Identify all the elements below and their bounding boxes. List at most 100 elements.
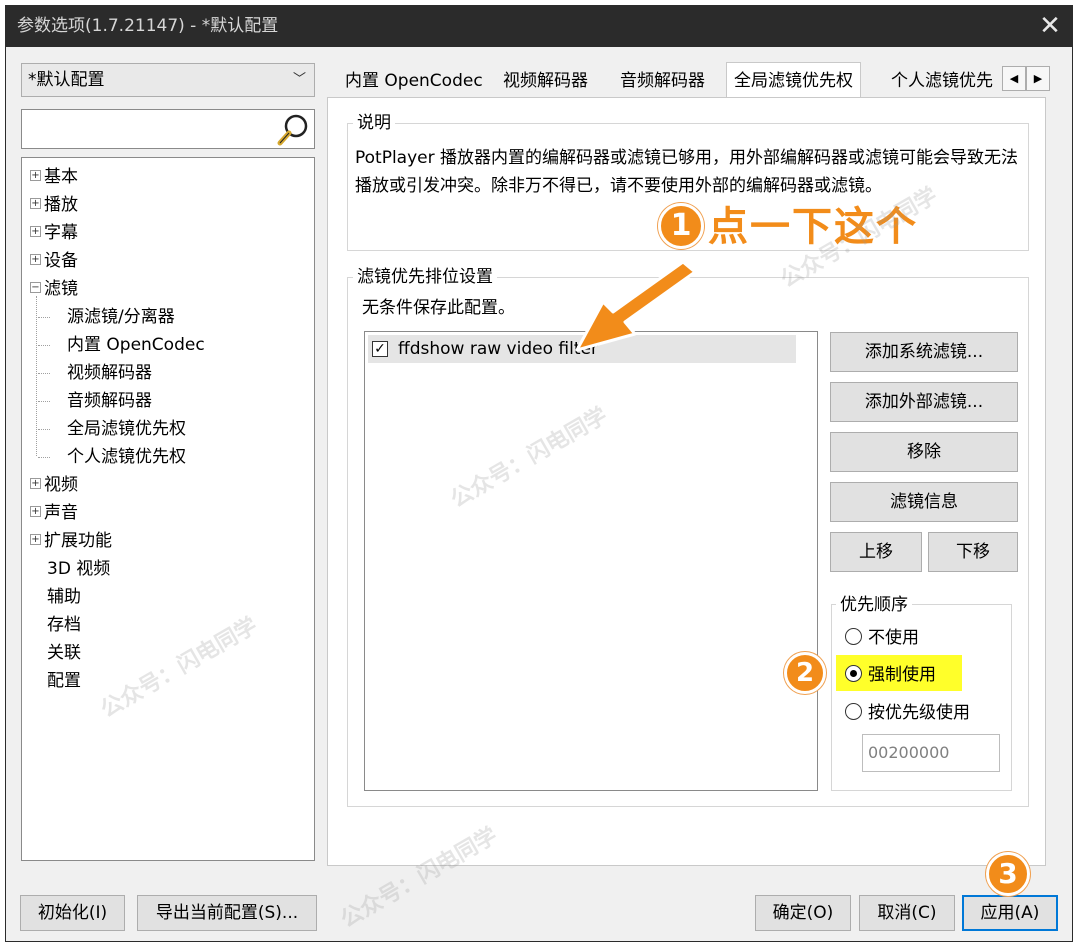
search-input[interactable]	[21, 109, 315, 149]
collapse-icon[interactable]: −	[30, 281, 41, 293]
tree-item-label: 个人滤镜优先权	[67, 447, 186, 467]
add-system-filter-button[interactable]: 添加系统滤镜...	[830, 332, 1018, 372]
description-title: 说明	[353, 112, 395, 134]
close-icon[interactable]: ✕	[1035, 9, 1065, 43]
tree-item[interactable]: 配置	[30, 668, 81, 694]
expand-icon[interactable]: +	[30, 253, 41, 265]
ok-button[interactable]: 确定(O)	[755, 895, 851, 931]
filter-list: ✓ ffdshow raw video filter	[364, 331, 818, 791]
tree-item[interactable]: 个人滤镜优先权	[67, 444, 186, 470]
filter-priority-title: 滤镜优先排位设置	[353, 266, 497, 288]
expand-icon[interactable]: +	[30, 225, 41, 237]
filter-info-button[interactable]: 滤镜信息	[830, 482, 1018, 522]
tree-item[interactable]: 全局滤镜优先权	[67, 416, 186, 442]
expand-icon[interactable]: +	[30, 533, 41, 545]
tree-item[interactable]: 音频解码器	[67, 388, 152, 414]
radio-label: 不使用	[868, 628, 919, 648]
tree-item[interactable]: 视频解码器	[67, 360, 152, 386]
move-down-button[interactable]: 下移	[928, 532, 1018, 572]
tree-item-label: 扩展功能	[44, 531, 112, 551]
tree-connector	[38, 373, 50, 374]
step-1-badge: 1	[658, 203, 704, 249]
tree-item-label: 内置 OpenCodec	[67, 335, 205, 355]
tree-item[interactable]: + 声音	[30, 500, 78, 526]
tree-item[interactable]: + 视频	[30, 472, 78, 498]
tree-item-label: 视频	[44, 475, 78, 495]
tree-connector	[38, 345, 50, 346]
tab-personal-filter-priority[interactable]: 个人滤镜优先	[884, 66, 996, 96]
tab-video-decoder[interactable]: 视频解码器	[496, 66, 595, 96]
radio-force-use[interactable]: 强制使用	[845, 661, 936, 689]
export-config-button[interactable]: 导出当前配置(S)...	[137, 895, 317, 931]
tree-item-label: 音频解码器	[67, 391, 152, 411]
tree-item[interactable]: + 基本	[30, 164, 78, 190]
remove-button[interactable]: 移除	[830, 432, 1018, 472]
tree-item[interactable]: + 字幕	[30, 220, 78, 246]
tree-item-label: 辅助	[47, 587, 81, 607]
tree-item[interactable]: + 播放	[30, 192, 78, 218]
tab-strip: 内置 OpenCodec 视频解码器 音频解码器 全局滤镜优先权 个人滤镜优先	[328, 62, 1052, 98]
tree-item[interactable]: 3D 视频	[30, 556, 110, 582]
chevron-down-icon: ﹀	[292, 72, 306, 87]
priority-order-title: 优先顺序	[836, 594, 912, 616]
tree-item-label: 配置	[47, 671, 81, 691]
radio-not-use[interactable]: 不使用	[845, 624, 919, 652]
search-icon[interactable]	[276, 113, 310, 147]
tree-item[interactable]: 存档	[30, 612, 81, 638]
tree-item-label: 关联	[47, 643, 81, 663]
tree-connector	[38, 401, 50, 402]
expand-icon[interactable]: +	[30, 505, 41, 517]
tree-item-label: 全局滤镜优先权	[67, 419, 186, 439]
merit-input[interactable]: 00200000	[862, 734, 1000, 772]
tree-item[interactable]: − 滤镜	[30, 276, 78, 302]
window-title: 参数选项(1.7.21147) - *默认配置	[17, 16, 279, 36]
tree-item-label: 视频解码器	[67, 363, 152, 383]
radio-button[interactable]	[845, 702, 862, 720]
tree-connector	[36, 296, 37, 456]
tree-item-label: 存档	[47, 615, 81, 635]
tree-item-label: 设备	[44, 251, 78, 271]
tree-item[interactable]: + 设备	[30, 248, 78, 274]
tree-item[interactable]: 关联	[30, 640, 81, 666]
expand-icon[interactable]: +	[30, 477, 41, 489]
move-up-button[interactable]: 上移	[830, 532, 922, 572]
profile-select[interactable]: *默认配置 ﹀	[21, 63, 315, 97]
tree-item-label: 声音	[44, 503, 78, 523]
radio-button-selected[interactable]	[845, 664, 862, 682]
cancel-button[interactable]: 取消(C)	[859, 895, 955, 931]
title-bar: 参数选项(1.7.21147) - *默认配置 ✕	[5, 5, 1073, 47]
tree-connector	[38, 317, 50, 318]
radio-label: 按优先级使用	[868, 703, 970, 723]
tree-item-label: 基本	[44, 167, 78, 187]
description-text: PotPlayer 播放器内置的编解码器或滤镜已够用，用外部编解码器或滤镜可能会…	[355, 148, 1019, 196]
step-1-caption: 点一下这个	[707, 203, 918, 251]
tab-scroll-right-icon[interactable]: ▶	[1026, 66, 1050, 91]
radio-button[interactable]	[845, 627, 862, 645]
add-external-filter-button[interactable]: 添加外部滤镜...	[830, 382, 1018, 422]
tree-item[interactable]: 内置 OpenCodec	[67, 332, 205, 358]
tab-audio-decoder[interactable]: 音频解码器	[613, 66, 712, 96]
tab-opencodec[interactable]: 内置 OpenCodec	[338, 66, 490, 96]
tree-item[interactable]: 辅助	[30, 584, 81, 610]
reset-button[interactable]: 初始化(I)	[20, 895, 125, 931]
step-3-badge: 3	[986, 852, 1030, 896]
settings-tree: + 基本 + 播放 + 字幕 + 设备 − 滤镜 源滤镜/分离器 内置 OpenCodec 视频解码器音…	[21, 157, 315, 861]
unconditional-save-note: 无条件保存此配置。	[362, 298, 515, 318]
filter-enabled-checkbox[interactable]: ✓	[372, 341, 388, 357]
profile-select-value: *默认配置	[28, 70, 105, 90]
tree-item-label: 源滤镜/分离器	[67, 307, 175, 327]
tree-item-label: 3D 视频	[47, 559, 111, 579]
tree-connector	[38, 429, 50, 430]
step-2-badge: 2	[784, 652, 826, 694]
radio-label: 强制使用	[868, 665, 936, 685]
tab-scroll-left-icon[interactable]: ◀	[1002, 66, 1026, 91]
tree-item[interactable]: + 扩展功能	[30, 528, 112, 554]
tree-item[interactable]: 源滤镜/分离器	[67, 304, 175, 330]
tab-global-filter-priority[interactable]: 全局滤镜优先权	[726, 62, 861, 98]
expand-icon[interactable]: +	[30, 197, 41, 209]
apply-button[interactable]: 应用(A)	[962, 895, 1058, 931]
tree-item-label: 播放	[44, 195, 78, 215]
expand-icon[interactable]: +	[30, 169, 41, 181]
radio-use-by-priority[interactable]: 按优先级使用	[845, 699, 970, 727]
tree-item-label: 滤镜	[44, 279, 78, 299]
